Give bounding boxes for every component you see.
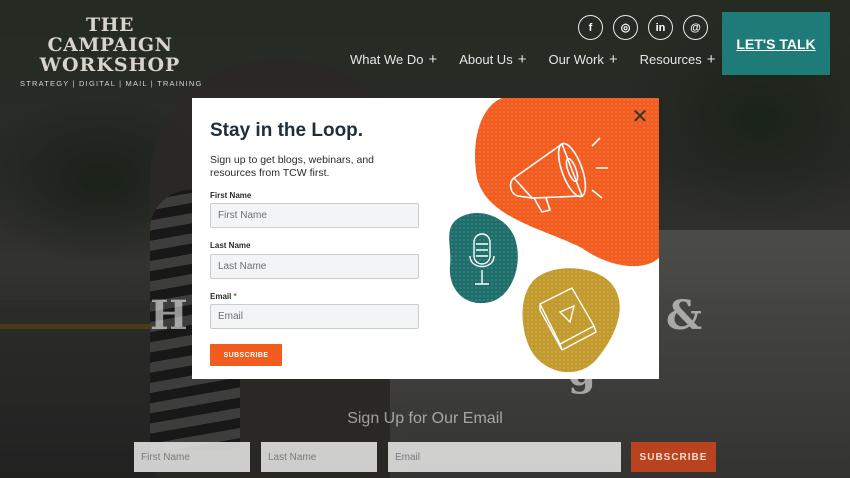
plus-icon: + [428, 51, 438, 68]
first-name-field[interactable]: First Name [210, 203, 419, 228]
last-name-label: Last Name [210, 241, 251, 250]
first-name-label: First Name [210, 191, 252, 200]
last-name-field[interactable]: Last Name [210, 254, 419, 279]
required-marker: * [233, 292, 237, 301]
nav-item-label: Our Work [548, 52, 604, 67]
site-logo[interactable]: THE CAMPAIGN WORKSHOP STRATEGY | DIGITAL… [20, 14, 203, 88]
footer-email-input[interactable]: Email [388, 442, 621, 472]
close-icon[interactable]: ✕ [631, 107, 649, 127]
nav-item-label: Resources [639, 52, 702, 67]
nav-item-label: What We Do [350, 52, 424, 67]
logo-tagline: STRATEGY | DIGITAL | MAIL | TRAINING [20, 79, 203, 88]
footer-last-name-input[interactable]: Last Name [261, 442, 377, 472]
email-label-text: Email [210, 292, 232, 301]
email-signup-title: Sign Up for Our Email [347, 410, 503, 427]
main-nav: What We Do + About Us + Our Work + Resou… [350, 51, 738, 68]
newsletter-illustration [449, 98, 659, 373]
logo-line-2: WORKSHOP [39, 54, 181, 76]
microphone-icon [449, 213, 518, 304]
footer-subscribe-button[interactable]: SUBSCRIBE [631, 442, 716, 472]
book-icon [522, 268, 620, 373]
lets-talk-button[interactable]: LET'S TALK [722, 12, 830, 75]
newsletter-modal: Stay in the Loop. Sign up to get blogs, … [192, 98, 659, 379]
nav-item-resources[interactable]: Resources + [640, 51, 716, 68]
plus-icon: + [517, 51, 527, 68]
plus-icon: + [608, 51, 618, 68]
nav-item-about-us[interactable]: About Us + [459, 51, 526, 68]
nav-item-what-we-do[interactable]: What We Do + [350, 51, 437, 68]
modal-description: Sign up to get blogs, webinars, and reso… [210, 154, 375, 179]
nav-item-our-work[interactable]: Our Work + [548, 51, 617, 68]
social-links: f ◎ in @ [578, 15, 708, 40]
modal-title: Stay in the Loop. [210, 120, 364, 141]
email-field[interactable]: Email [210, 304, 419, 329]
footer-first-name-input[interactable]: First Name [134, 442, 250, 472]
logo-line-1: THE CAMPAIGN [47, 14, 173, 56]
instagram-icon[interactable]: ◎ [613, 15, 638, 40]
plus-icon: + [706, 51, 716, 68]
hero-heading-fragment-right: & [666, 292, 703, 339]
subscribe-button[interactable]: SUBSCRIBE [210, 344, 282, 366]
nav-item-label: About Us [459, 52, 513, 67]
linkedin-icon[interactable]: in [648, 15, 673, 40]
hero-heading-fragment-left: H [150, 292, 188, 339]
email-label: Email * [210, 292, 237, 301]
facebook-icon[interactable]: f [578, 15, 603, 40]
threads-icon[interactable]: @ [683, 15, 708, 40]
